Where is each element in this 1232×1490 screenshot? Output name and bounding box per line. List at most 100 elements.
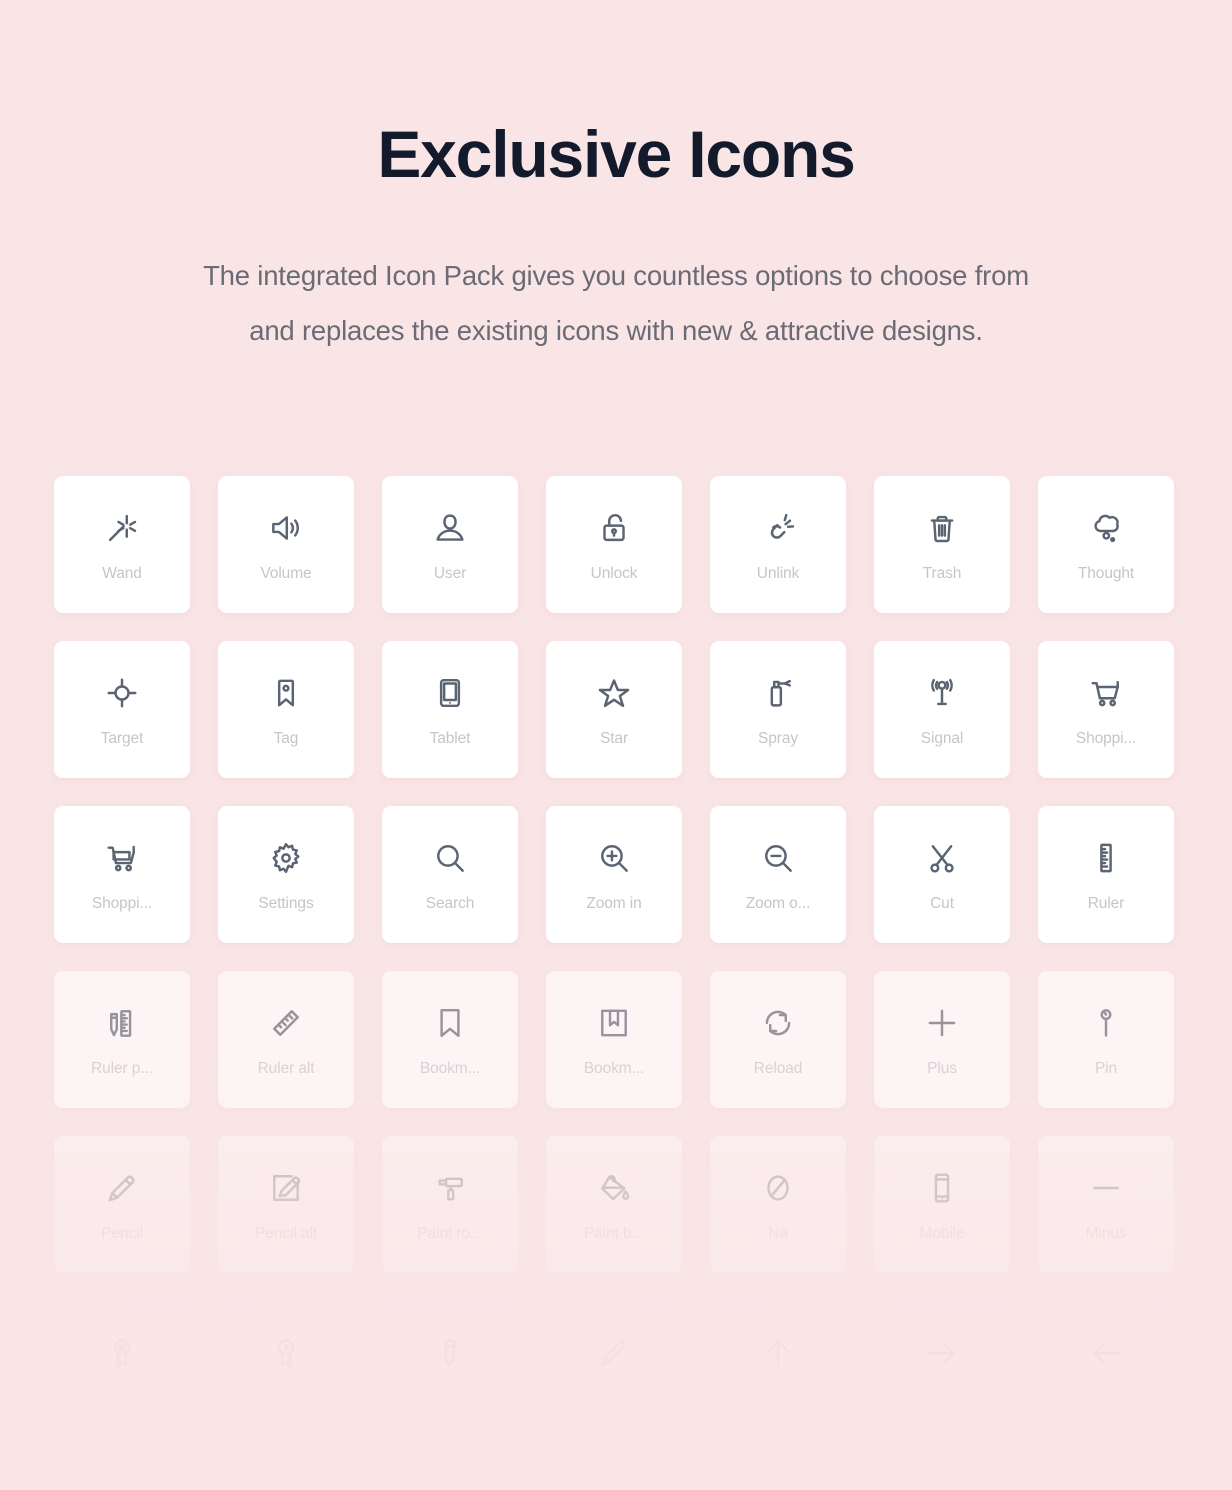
icon-card[interactable]: Zoom in: [546, 806, 682, 943]
icon-card-label: Zoom in: [586, 895, 642, 912]
icon-card-label: Ruler p...: [91, 1060, 153, 1077]
icon-card[interactable]: Trash: [874, 476, 1010, 613]
unlock-icon: [594, 508, 634, 548]
icon-card-label: Marker: [426, 1390, 474, 1407]
arrow-up-icon: [758, 1333, 798, 1373]
page-header: Exclusive Icons The integrated Icon Pack…: [0, 0, 1232, 358]
icon-card[interactable]: Search: [382, 806, 518, 943]
icon-card-label: Settings: [258, 895, 314, 912]
plus-icon: [922, 1003, 962, 1043]
paint-roller-icon: [430, 1168, 470, 1208]
icon-card-label: Zoom o...: [745, 895, 811, 912]
icon-card[interactable]: Pin: [1038, 971, 1174, 1108]
ruler-icon: [1086, 838, 1126, 878]
icon-card[interactable]: Star: [546, 641, 682, 778]
icon-card[interactable]: Pencil alt: [218, 1136, 354, 1273]
icon-card-label: Signal: [920, 730, 964, 747]
icon-card[interactable]: Spray: [710, 641, 846, 778]
icon-card-label: Mobile: [919, 1225, 965, 1242]
icon-card[interactable]: Unlock: [546, 476, 682, 613]
icon-card[interactable]: Plus: [874, 971, 1010, 1108]
icon-card[interactable]: Zoom o...: [710, 806, 846, 943]
icon-card[interactable]: Bookm...: [546, 971, 682, 1108]
icon-card[interactable]: Bookm...: [382, 971, 518, 1108]
icon-card[interactable]: User: [382, 476, 518, 613]
icon-card[interactable]: Unlink: [710, 476, 846, 613]
icon-card[interactable]: Target: [54, 641, 190, 778]
icon-card[interactable]: Na: [710, 1136, 846, 1273]
target-icon: [102, 673, 142, 713]
icon-card[interactable]: Paint ro...: [382, 1136, 518, 1273]
icon-card[interactable]: Signal: [874, 641, 1010, 778]
icon-card-label: Plus: [927, 1060, 957, 1077]
arrow-right-icon: [922, 1333, 962, 1373]
icon-card-label: Arrow ri...: [909, 1390, 975, 1407]
icon-card-label: Bookm...: [583, 1060, 645, 1077]
icon-card[interactable]: Ruler: [1038, 806, 1174, 943]
icon-card-label: Medall: [99, 1390, 145, 1407]
icon-card[interactable]: Volume: [218, 476, 354, 613]
volume-icon: [266, 508, 306, 548]
trash-icon: [922, 508, 962, 548]
icon-card[interactable]: Marker ...: [546, 1301, 682, 1438]
search-icon: [430, 838, 470, 878]
marker-icon: [430, 1333, 470, 1373]
icon-card-label: Bookm...: [419, 1060, 481, 1077]
icon-card-label: User: [433, 565, 467, 582]
icon-card[interactable]: Shoppi...: [54, 806, 190, 943]
icon-card-label: Shoppi...: [1075, 730, 1137, 747]
zoom-in-icon: [594, 838, 634, 878]
tag-icon: [266, 673, 306, 713]
icon-card[interactable]: Mobile: [874, 1136, 1010, 1273]
icon-card-label: Minus: [1085, 1225, 1127, 1242]
icon-card[interactable]: Wand: [54, 476, 190, 613]
icon-card-label: Volume: [260, 565, 312, 582]
icon-card-label: Arrow l...: [1075, 1390, 1137, 1407]
icon-card[interactable]: Paint b...: [546, 1136, 682, 1273]
icon-card[interactable]: Tag: [218, 641, 354, 778]
page-subtitle-line-2: and replaces the existing icons with new…: [249, 314, 983, 346]
icon-card-label: Spray: [758, 730, 798, 747]
icon-card[interactable]: Arrow l...: [1038, 1301, 1174, 1438]
icon-card-label: Reload: [753, 1060, 803, 1077]
page-subtitle-line-1: The integrated Icon Pack gives you count…: [203, 260, 1029, 292]
icon-pack-page: Exclusive Icons The integrated Icon Pack…: [0, 0, 1232, 1490]
icon-card[interactable]: Medall: [54, 1301, 190, 1438]
icon-card[interactable]: Arrow up: [710, 1301, 846, 1438]
shopping-cart-icon: [1086, 673, 1126, 713]
arrow-left-icon: [1086, 1333, 1126, 1373]
unlink-icon: [758, 508, 798, 548]
pencil-icon: [102, 1168, 142, 1208]
icon-card[interactable]: Minus: [1038, 1136, 1174, 1273]
icon-card-label: Paint ro...: [417, 1225, 483, 1242]
icon-card-label: Wand: [102, 565, 142, 582]
icon-grid: Wand Volume User Unlock Unlink Trash Thought Ta…: [54, 476, 1178, 1438]
icon-card[interactable]: Arrow ri...: [874, 1301, 1010, 1438]
icon-card[interactable]: Ruler alt: [218, 971, 354, 1108]
icon-card[interactable]: Thought: [1038, 476, 1174, 613]
medal-alt-icon: [266, 1333, 306, 1373]
icon-card-label: Thought: [1077, 565, 1135, 582]
icon-card-label: Pencil alt: [255, 1225, 317, 1242]
icon-card[interactable]: Ruler p...: [54, 971, 190, 1108]
icon-card-label: Marker ...: [581, 1390, 647, 1407]
icon-card[interactable]: Pencil: [54, 1136, 190, 1273]
icon-card-label: Target: [100, 730, 144, 747]
signal-icon: [922, 673, 962, 713]
icon-card[interactable]: Cut: [874, 806, 1010, 943]
icon-card-label: Arrow up: [747, 1390, 809, 1407]
icon-card-label: Search: [425, 895, 475, 912]
spray-icon: [758, 673, 798, 713]
icon-card[interactable]: Tablet: [382, 641, 518, 778]
icon-card[interactable]: Settings: [218, 806, 354, 943]
icon-card-label: Unlink: [756, 565, 800, 582]
icon-card[interactable]: Reload: [710, 971, 846, 1108]
icon-card[interactable]: Marker: [382, 1301, 518, 1438]
ruler-alt-icon: [266, 1003, 306, 1043]
icon-card[interactable]: Medall ...: [218, 1301, 354, 1438]
medal-icon: [102, 1333, 142, 1373]
icon-card-label: Unlock: [590, 565, 638, 582]
page-title: Exclusive Icons: [377, 117, 855, 191]
icon-card[interactable]: Shoppi...: [1038, 641, 1174, 778]
icon-card-label: Tablet: [429, 730, 471, 747]
